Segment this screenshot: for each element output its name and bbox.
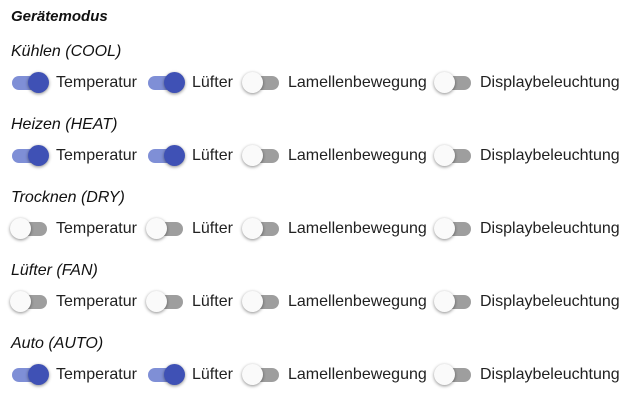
- toggle-switch[interactable]: [146, 70, 186, 96]
- toggle-switch[interactable]: [434, 143, 474, 169]
- mode-section-auto: Auto (AUTO) Temperatur Lüfter Lamellenbeweg…: [0, 334, 643, 406]
- toggle-row: Temperatur Lüfter Lamellenbewegung Displayb…: [0, 70, 643, 96]
- toggle-label: Lüfter: [192, 74, 233, 91]
- mode-label: Kühlen (COOL): [11, 43, 122, 60]
- mode-section-trocknen: Trocknen (DRY) Temperatur Lüfter Lamellenbe…: [0, 188, 643, 260]
- toggle-label: Displaybeleuchtung: [480, 74, 620, 91]
- toggle-switch[interactable]: [434, 362, 474, 388]
- toggle-switch[interactable]: [242, 216, 282, 242]
- toggle-switch[interactable]: [146, 143, 186, 169]
- toggle-switch[interactable]: [242, 70, 282, 96]
- toggle-switch[interactable]: [434, 289, 474, 315]
- toggle-thumb: [10, 218, 31, 239]
- toggle-switch[interactable]: [10, 289, 50, 315]
- toggle-thumb: [242, 145, 263, 166]
- toggle-thumb: [434, 72, 455, 93]
- toggle-label: Lüfter: [192, 366, 233, 383]
- toggle-thumb: [242, 291, 263, 312]
- toggle-thumb: [146, 218, 167, 239]
- mode-label: Heizen (HEAT): [11, 116, 118, 133]
- toggle-switch[interactable]: [10, 362, 50, 388]
- toggle-thumb: [146, 291, 167, 312]
- toggle-label: Lüfter: [192, 147, 233, 164]
- toggle-label: Temperatur: [56, 74, 137, 91]
- toggle-switch[interactable]: [10, 70, 50, 96]
- toggle-label: Temperatur: [56, 366, 137, 383]
- mode-label: Trocknen (DRY): [11, 189, 125, 206]
- toggle-thumb: [434, 291, 455, 312]
- toggle-switch[interactable]: [242, 289, 282, 315]
- toggle-row: Temperatur Lüfter Lamellenbewegung Displayb…: [0, 143, 643, 169]
- toggle-label: Lamellenbewegung: [288, 293, 427, 310]
- toggle-label: Displaybeleuchtung: [480, 366, 620, 383]
- toggle-label: Lamellenbewegung: [288, 220, 427, 237]
- toggle-switch[interactable]: [242, 143, 282, 169]
- toggle-thumb: [10, 291, 31, 312]
- toggle-thumb: [164, 364, 185, 385]
- toggle-thumb: [28, 145, 49, 166]
- toggle-switch[interactable]: [146, 362, 186, 388]
- toggle-thumb: [242, 218, 263, 239]
- toggle-switch[interactable]: [434, 70, 474, 96]
- toggle-label: Temperatur: [56, 220, 137, 237]
- toggle-thumb: [242, 364, 263, 385]
- mode-section-heizen: Heizen (HEAT) Temperatur Lüfter Lamellenbew…: [0, 115, 643, 187]
- toggle-thumb: [28, 364, 49, 385]
- mode-label: Lüfter (FAN): [11, 262, 98, 279]
- toggle-switch[interactable]: [146, 216, 186, 242]
- toggle-label: Lamellenbewegung: [288, 366, 427, 383]
- toggle-thumb: [164, 145, 185, 166]
- toggle-label: Lüfter: [192, 293, 233, 310]
- mode-label: Auto (AUTO): [11, 335, 104, 352]
- toggle-row: Temperatur Lüfter Lamellenbewegung Displayb…: [0, 216, 643, 242]
- toggle-thumb: [242, 72, 263, 93]
- toggle-row: Temperatur Lüfter Lamellenbewegung Displayb…: [0, 289, 643, 315]
- toggle-label: Temperatur: [56, 293, 137, 310]
- toggle-thumb: [434, 364, 455, 385]
- toggle-label: Lamellenbewegung: [288, 74, 427, 91]
- toggle-switch[interactable]: [434, 216, 474, 242]
- toggle-thumb: [434, 218, 455, 239]
- toggle-label: Temperatur: [56, 147, 137, 164]
- toggle-row: Temperatur Lüfter Lamellenbewegung Displayb…: [0, 362, 643, 388]
- toggle-switch[interactable]: [146, 289, 186, 315]
- toggle-thumb: [434, 145, 455, 166]
- mode-section-l-fter: Lüfter (FAN) Temperatur Lüfter Lamellenbewe…: [0, 261, 643, 333]
- toggle-label: Displaybeleuchtung: [480, 220, 620, 237]
- toggle-label: Lüfter: [192, 220, 233, 237]
- toggle-switch[interactable]: [10, 143, 50, 169]
- toggle-label: Lamellenbewegung: [288, 147, 427, 164]
- toggle-switch[interactable]: [10, 216, 50, 242]
- toggle-label: Displaybeleuchtung: [480, 293, 620, 310]
- toggle-label: Displaybeleuchtung: [480, 147, 620, 164]
- mode-section-k-hlen: Kühlen (COOL) Temperatur Lüfter Lamellenbew…: [0, 42, 643, 114]
- toggle-switch[interactable]: [242, 362, 282, 388]
- section-title: Gerätemodus: [11, 8, 108, 25]
- toggle-thumb: [164, 72, 185, 93]
- toggle-thumb: [28, 72, 49, 93]
